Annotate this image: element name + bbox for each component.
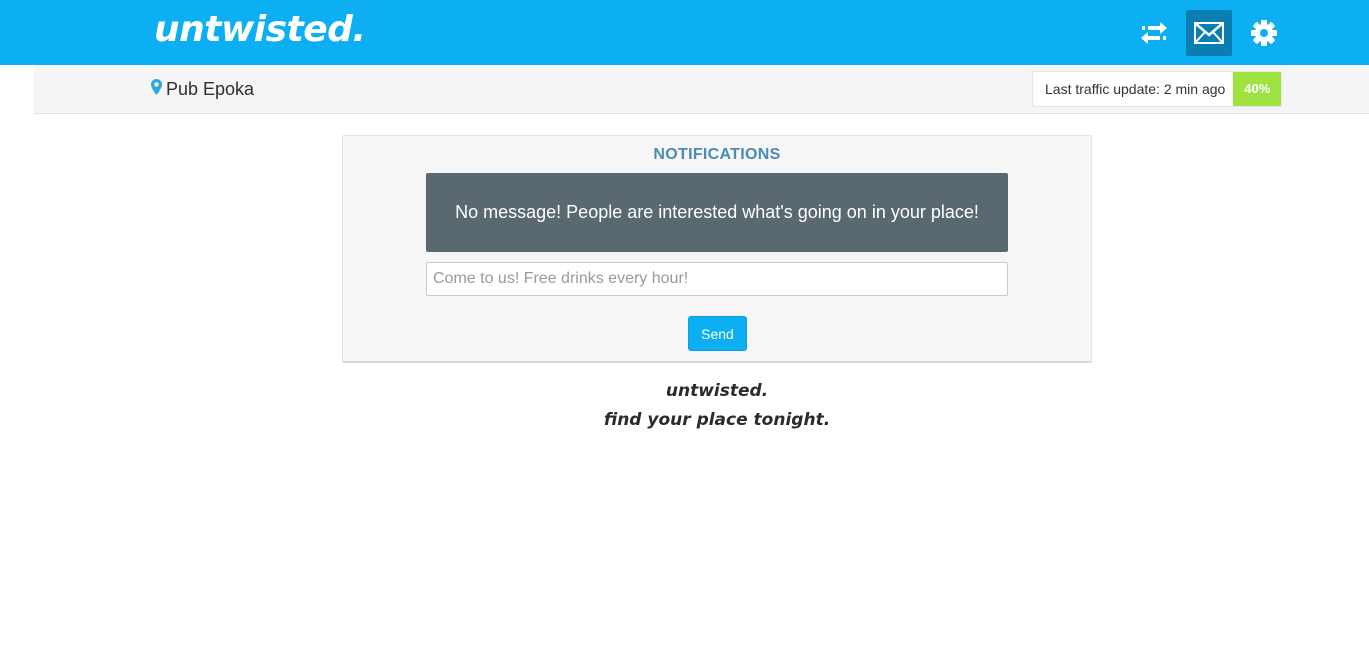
empty-message-text: No message! People are interested what's… [455, 202, 979, 222]
traffic-update-label: Last traffic update: 2 min ago [1045, 81, 1226, 97]
swap-arrows-icon[interactable] [1131, 10, 1177, 56]
traffic-percent-badge: 40% [1233, 72, 1282, 106]
top-navbar: untwisted. [0, 0, 1369, 65]
app-logo[interactable]: untwisted. [154, 8, 366, 52]
footer-brand: untwisted. [665, 381, 769, 401]
footer-tagline: find your place tonight. [603, 410, 831, 430]
map-pin-icon [151, 78, 162, 100]
message-input[interactable] [426, 262, 1008, 296]
location-name: Pub Epoka [166, 79, 255, 99]
gear-icon[interactable] [1241, 10, 1287, 56]
panel-title: NOTIFICATIONS [653, 146, 781, 163]
sub-header-notch [0, 65, 34, 114]
send-button[interactable]: Send [688, 316, 747, 351]
mail-icon[interactable] [1186, 10, 1232, 56]
location-label: Pub Epoka [151, 78, 254, 100]
notifications-panel: NOTIFICATIONS No message! People are int… [342, 135, 1092, 363]
empty-message-box: No message! People are interested what's… [426, 173, 1008, 252]
traffic-status: Last traffic update: 2 min ago 40% [1032, 71, 1283, 107]
